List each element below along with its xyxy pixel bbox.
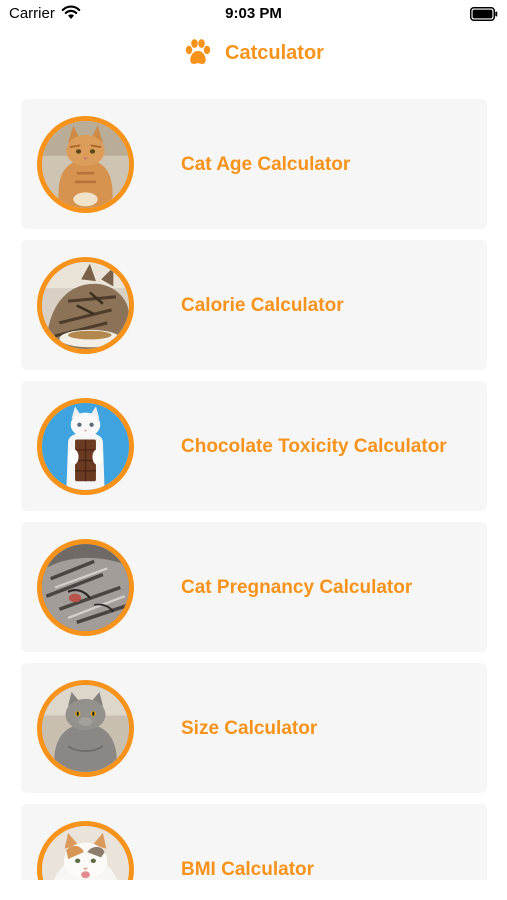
status-time: 9:03 PM [225, 5, 282, 22]
white-orange-cat-image [37, 821, 134, 880]
calculator-list[interactable]: Cat Age Calculator Calorie Calculator Ch… [0, 76, 507, 880]
sleeping-gray-cat-image [37, 539, 134, 636]
calculator-card-chocolate-toxicity[interactable]: Chocolate Toxicity Calculator [21, 381, 487, 511]
nav-title-group: Catculator [0, 38, 507, 68]
calculator-title: Calorie Calculator [181, 294, 344, 316]
gray-shorthair-cat-image [37, 680, 134, 777]
paw-icon [185, 39, 211, 64]
calculator-title: Cat Pregnancy Calculator [181, 576, 413, 598]
page-title: Catculator [225, 41, 324, 64]
battery-icon [470, 7, 498, 21]
orange-tabby-cat-image [37, 116, 134, 213]
navigation-bar: Catculator [0, 30, 507, 76]
cat-with-chocolate-image [37, 398, 134, 495]
calculator-card-cat-pregnancy[interactable]: Cat Pregnancy Calculator [21, 522, 487, 652]
calculator-card-size[interactable]: Size Calculator [21, 663, 487, 793]
calculator-title: Size Calculator [181, 717, 318, 739]
app-screen: Carrier 9:03 PM Catculator Cat Age Calcu… [0, 0, 507, 900]
calculator-title: Cat Age Calculator [181, 153, 351, 175]
calculator-title: BMI Calculator [181, 858, 315, 880]
calculator-title: Chocolate Toxicity Calculator [181, 435, 447, 457]
calculator-card-calorie[interactable]: Calorie Calculator [21, 240, 487, 370]
status-bar: Carrier 9:03 PM [0, 0, 507, 30]
calculator-card-bmi[interactable]: BMI Calculator [21, 804, 487, 880]
calculator-card-cat-age[interactable]: Cat Age Calculator [21, 99, 487, 229]
tabby-cat-eating-image [37, 257, 134, 354]
